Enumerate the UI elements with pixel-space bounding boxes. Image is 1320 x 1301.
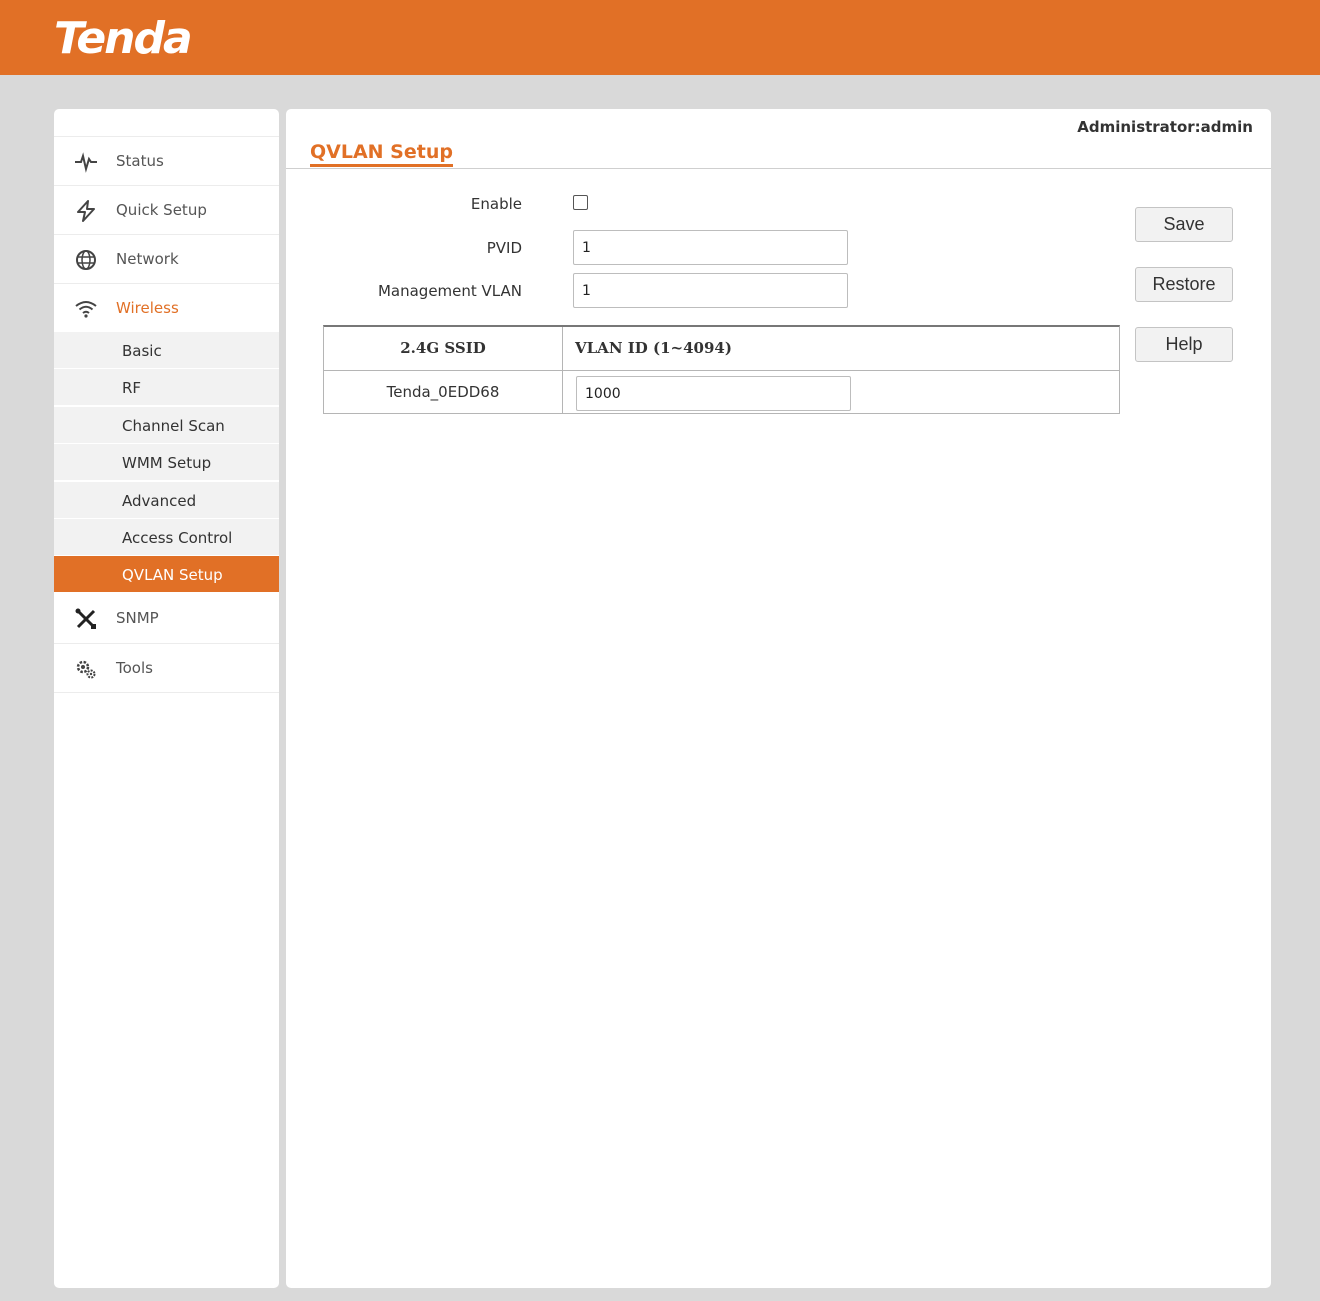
help-button[interactable]: Help bbox=[1135, 327, 1233, 362]
gears-icon bbox=[76, 660, 96, 679]
sidebar-item-label: Tools bbox=[116, 659, 153, 677]
sidebar-subitem-label: Channel Scan bbox=[122, 417, 225, 435]
sidebar-item-label: Network bbox=[116, 250, 179, 268]
sidebar-item-label: Quick Setup bbox=[116, 201, 207, 219]
sidebar-item-label: Status bbox=[116, 152, 164, 170]
pvid-input[interactable] bbox=[573, 230, 848, 265]
pulse-icon bbox=[75, 152, 97, 173]
admin-label: Administrator:admin bbox=[1077, 118, 1253, 136]
management-vlan-label: Management VLAN bbox=[377, 282, 522, 300]
sidebar-item-status[interactable]: Status bbox=[54, 136, 279, 185]
enable-checkbox[interactable] bbox=[573, 195, 588, 210]
table-cell-ssid: Tenda_0EDD68 bbox=[324, 371, 563, 414]
sidebar-item-snmp[interactable]: SNMP bbox=[54, 594, 279, 643]
sidebar-subitem-label: RF bbox=[122, 379, 142, 397]
management-vlan-input[interactable] bbox=[573, 273, 848, 308]
tenda-logo: Tenda bbox=[54, 13, 193, 64]
sidebar-subitem-label: Basic bbox=[122, 342, 162, 360]
pvid-label: PVID bbox=[486, 239, 522, 257]
table-header-ssid: 2.4G SSID bbox=[324, 327, 563, 371]
sidebar-subitem-basic[interactable]: Basic bbox=[54, 332, 279, 369]
sidebar-subitem-label: Access Control bbox=[122, 529, 233, 547]
enable-label: Enable bbox=[470, 195, 522, 213]
vlan-id-input[interactable] bbox=[576, 376, 851, 411]
globe-icon bbox=[76, 250, 96, 270]
tools-cross-icon bbox=[75, 608, 96, 629]
sidebar-subitem-advanced[interactable]: Advanced bbox=[54, 482, 279, 519]
sidebar: Status Quick Setup Network Wireless Basi… bbox=[54, 109, 279, 1288]
sidebar-subitem-rf[interactable]: RF bbox=[54, 369, 279, 406]
sidebar-subitem-wmm-setup[interactable]: WMM Setup bbox=[54, 444, 279, 481]
sidebar-subitem-qvlan-setup[interactable]: QVLAN Setup bbox=[54, 556, 279, 593]
save-button[interactable]: Save bbox=[1135, 207, 1233, 242]
wifi-icon bbox=[75, 301, 97, 318]
table-header-vlan-id: VLAN ID (1~4094) bbox=[563, 327, 1119, 371]
lightning-icon bbox=[77, 200, 95, 222]
sidebar-item-tools[interactable]: Tools bbox=[54, 643, 279, 692]
sidebar-subitem-channel-scan[interactable]: Channel Scan bbox=[54, 407, 279, 444]
sidebar-item-label: Wireless bbox=[116, 299, 179, 317]
sidebar-subitem-label: WMM Setup bbox=[122, 454, 212, 472]
sidebar-subitem-label: Advanced bbox=[122, 492, 197, 510]
title-divider bbox=[286, 168, 1271, 169]
sidebar-divider bbox=[54, 692, 279, 693]
sidebar-item-quick-setup[interactable]: Quick Setup bbox=[54, 185, 279, 234]
restore-button[interactable]: Restore bbox=[1135, 267, 1233, 302]
header-bar: Tenda bbox=[0, 0, 1320, 75]
page-title: QVLAN Setup bbox=[310, 141, 453, 167]
sidebar-item-label: SNMP bbox=[116, 609, 159, 627]
sidebar-subitem-label: QVLAN Setup bbox=[122, 566, 223, 584]
sidebar-item-wireless[interactable]: Wireless bbox=[54, 283, 279, 332]
sidebar-item-network[interactable]: Network bbox=[54, 234, 279, 283]
sidebar-subitem-access-control[interactable]: Access Control bbox=[54, 519, 279, 556]
main-panel: Administrator:admin QVLAN Setup Enable P… bbox=[286, 109, 1271, 1288]
vlan-table: 2.4G SSID VLAN ID (1~4094) Tenda_0EDD68 bbox=[323, 325, 1120, 414]
